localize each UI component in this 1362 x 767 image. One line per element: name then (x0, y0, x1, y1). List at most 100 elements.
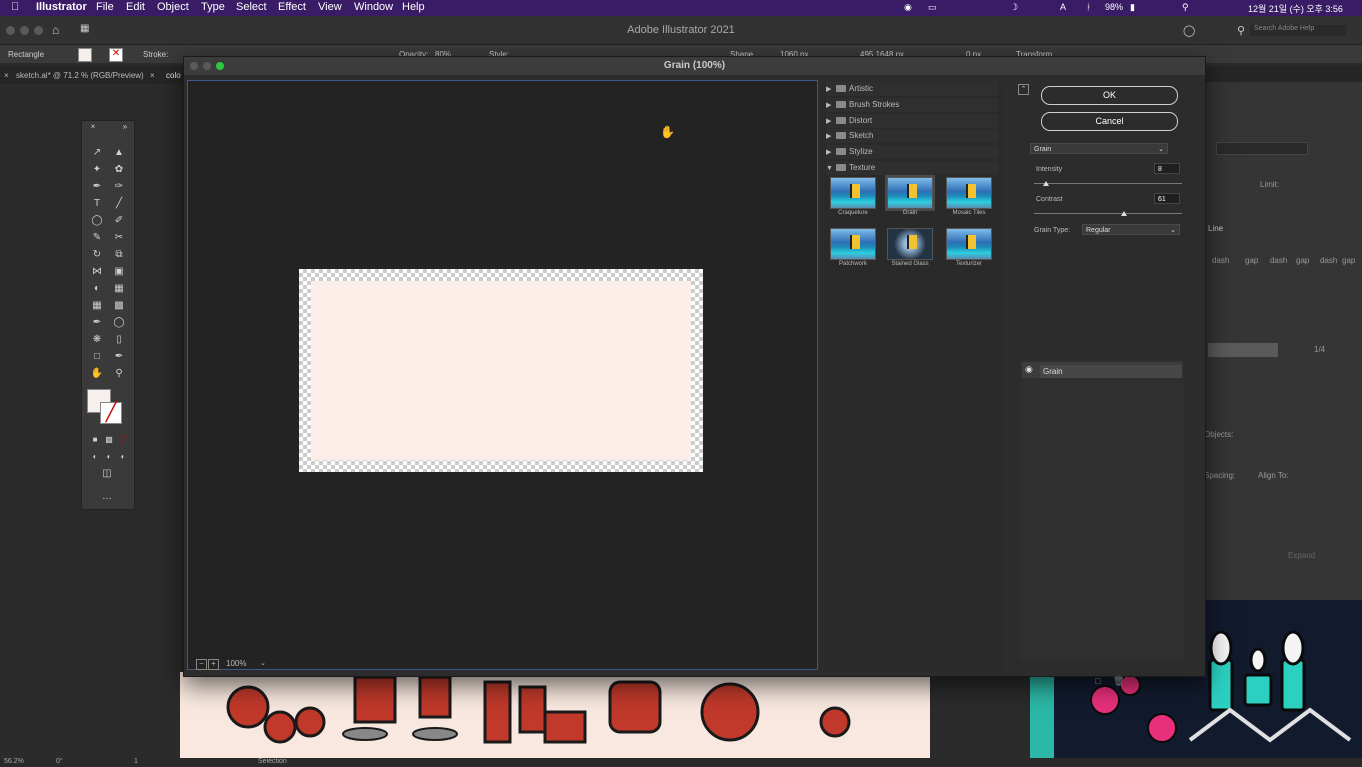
draw-behind-icon[interactable]: ◐ (102, 451, 116, 463)
contrast-slider-knob[interactable] (1121, 211, 1128, 216)
category-brush-strokes[interactable]: ▶ Brush Strokes (826, 98, 998, 112)
zoom-out-icon[interactable]: − (196, 659, 207, 670)
filter-thumb-craquelure[interactable] (830, 177, 876, 209)
menu-effect[interactable]: Effect (278, 1, 306, 13)
mesh-tool-icon[interactable]: ▦ (90, 300, 104, 312)
draw-mode-icon[interactable]: ◐ (88, 451, 102, 463)
screen-mode-icon[interactable]: ◫ (100, 468, 114, 480)
zoom-tool-icon[interactable]: ⚲ (112, 368, 126, 380)
tab-close-icon[interactable]: × (150, 71, 155, 80)
type-tool-icon[interactable]: T (90, 198, 104, 210)
cancel-button[interactable]: Cancel (1041, 112, 1178, 131)
menu-view[interactable]: View (318, 1, 342, 13)
dialog-zoom-icon[interactable] (216, 62, 224, 70)
menu-object[interactable]: Object (157, 1, 189, 13)
new-effect-layer-icon[interactable]: □ (1095, 676, 1100, 686)
more-tools-icon[interactable]: … (100, 491, 114, 503)
category-distort[interactable]: ▶ Distort (826, 114, 998, 128)
hand-tool-icon[interactable]: ✋ (90, 368, 104, 380)
menu-select[interactable]: Select (236, 1, 267, 13)
filter-thumb-stained-glass[interactable] (887, 228, 933, 260)
grain-type-dropdown[interactable]: Regular ⌄ (1082, 224, 1180, 235)
pencil-tool-icon[interactable]: ✎ (90, 232, 104, 244)
filter-preview-area[interactable]: ✋ − + 100% ⌄ (187, 80, 818, 670)
apple-icon[interactable]:  (11, 1, 19, 13)
stroke-swatch[interactable]: ✕ (109, 48, 123, 62)
magic-wand-icon[interactable]: ✦ (90, 164, 104, 176)
category-artistic[interactable]: ▶ Artistic (826, 82, 998, 96)
lasso-icon[interactable]: ✿ (112, 164, 126, 176)
category-texture[interactable]: ▼ Texture (826, 161, 998, 175)
collapse-gallery-icon[interactable]: ⌃ (1018, 84, 1029, 95)
perspective-grid-icon[interactable]: ▦ (112, 283, 126, 295)
category-sketch[interactable]: ▶ Sketch (826, 129, 998, 143)
symbol-sprayer-icon[interactable]: ❋ (90, 334, 104, 346)
panel-dropdown[interactable] (1216, 142, 1308, 155)
width-tool-icon[interactable]: ⋈ (90, 266, 104, 278)
category-stylize[interactable]: ▶ Stylize (826, 145, 998, 159)
display-icon[interactable]: ▭ (928, 2, 937, 13)
curvature-tool-icon[interactable]: ✑ (112, 181, 126, 193)
gradient-tool-icon[interactable]: ▩ (112, 300, 126, 312)
contrast-input[interactable]: 61 (1154, 193, 1180, 204)
filter-thumb-texturizer[interactable] (946, 228, 992, 260)
pen-tool-icon[interactable]: ✒ (90, 181, 104, 193)
record-icon[interactable]: ◉ (904, 2, 912, 13)
contrast-slider-track[interactable] (1034, 213, 1182, 214)
draw-inside-icon[interactable]: ◐ (116, 451, 130, 463)
dialog-close-icon[interactable] (190, 62, 198, 70)
selection-tool-icon[interactable]: ↗ (90, 147, 104, 159)
help-search-input[interactable]: Search Adobe Help (1250, 25, 1346, 36)
share-icon[interactable]: ◯ (1183, 24, 1195, 37)
menu-file[interactable]: File (96, 1, 114, 13)
battery-percent[interactable]: 98% (1105, 2, 1123, 12)
help-search-icon[interactable]: ⚲ (1237, 24, 1245, 37)
free-transform-icon[interactable]: ▣ (112, 266, 126, 278)
intensity-slider-track[interactable] (1034, 183, 1182, 184)
line-tool-icon[interactable]: ╱ (112, 198, 126, 210)
chevron-down-icon[interactable]: ⌄ (260, 659, 266, 667)
filter-thumb-mosaic-tiles[interactable] (946, 177, 992, 209)
delete-effect-layer-icon[interactable]: 🗑 (1113, 676, 1124, 687)
fill-swatch[interactable] (78, 48, 92, 62)
intensity-input[interactable]: 8 (1154, 163, 1180, 174)
spotlight-icon[interactable]: ⚲ (1182, 2, 1189, 13)
tab-sketch[interactable]: sketch.ai* @ 71.2 % (RGB/Preview) (16, 71, 144, 80)
expand-button[interactable]: Expand (1288, 551, 1315, 560)
tab-colo[interactable]: colo (166, 71, 181, 80)
color-mode-icon[interactable]: ■ (88, 434, 102, 446)
close-panel-icon[interactable]: × (86, 121, 100, 133)
artboard-number[interactable]: 1 (134, 758, 138, 765)
menu-type[interactable]: Type (201, 1, 225, 13)
shape-builder-icon[interactable]: ◐ (90, 283, 104, 295)
blend-tool-icon[interactable]: ◯ (112, 317, 126, 329)
eye-icon[interactable]: ◉ (1025, 364, 1033, 375)
panel-slider-field[interactable] (1208, 343, 1278, 357)
clock[interactable]: 12월 21일 (수) 오후 3:56 (1248, 2, 1343, 15)
menu-help[interactable]: Help (402, 1, 425, 13)
filter-thumb-grain[interactable] (885, 175, 935, 211)
collapse-panel-icon[interactable]: » (118, 121, 132, 133)
rotate-tool-icon[interactable]: ↻ (90, 249, 104, 261)
moon-icon[interactable]: ☽ (1010, 2, 1018, 13)
filter-thumb-patchwork[interactable] (830, 228, 876, 260)
menu-app-name[interactable]: Illustrator (36, 1, 87, 13)
ok-button[interactable]: OK (1041, 86, 1178, 105)
artboard-tool-icon[interactable]: □ (90, 351, 104, 363)
zoom-in-icon[interactable]: + (208, 659, 219, 670)
bluetooth-icon[interactable]: ᛓ (1086, 2, 1091, 12)
gradient-mode-icon[interactable]: ▩ (102, 434, 116, 446)
scale-tool-icon[interactable]: ⧉ (112, 249, 126, 261)
ellipse-tool-icon[interactable]: ◯ (90, 215, 104, 227)
slice-tool-icon[interactable]: ✒ (112, 351, 126, 363)
paintbrush-tool-icon[interactable]: ✐ (112, 215, 126, 227)
stroke-color-swatch[interactable]: ╱ (100, 402, 122, 424)
zoom-level[interactable]: 56.2% (4, 758, 24, 765)
effect-layer-row[interactable]: ◉ Grain (1022, 362, 1182, 378)
scissors-tool-icon[interactable]: ✂ (112, 232, 126, 244)
preview-zoom-value[interactable]: 100% (226, 659, 246, 668)
column-graph-icon[interactable]: ▯ (112, 334, 126, 346)
dialog-minimize-icon[interactable] (203, 62, 211, 70)
rotation-angle[interactable]: 0° (56, 758, 63, 765)
filter-select-dropdown[interactable]: Grain ⌄ (1030, 143, 1168, 154)
